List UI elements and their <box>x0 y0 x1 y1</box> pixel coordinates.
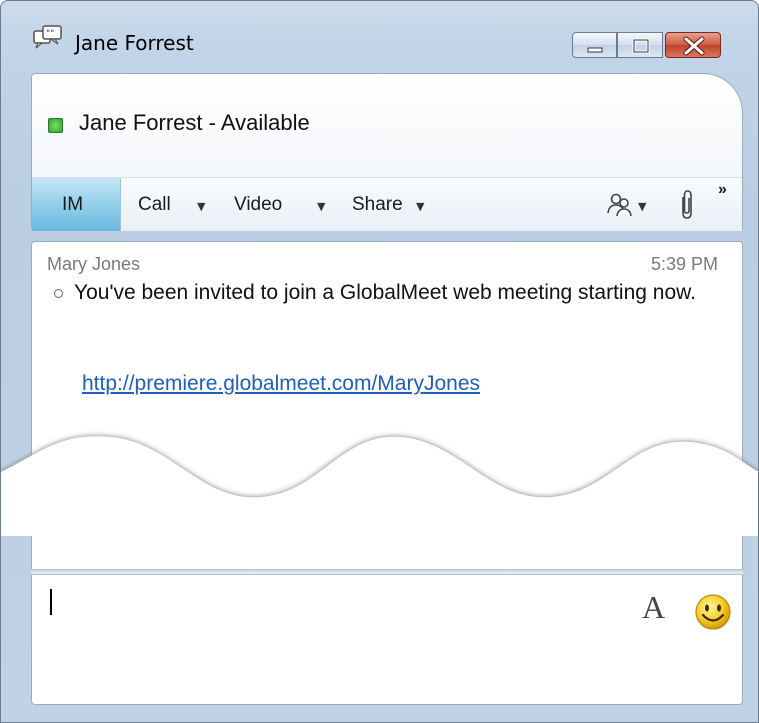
im-chat-icon: "" <box>33 25 62 49</box>
minimize-button[interactable] <box>572 32 617 58</box>
torn-edge-wave <box>1 436 758 536</box>
contact-name-status: Jane Forrest - Available <box>79 110 310 135</box>
compose-area: A <box>31 575 743 705</box>
maximize-icon <box>632 38 650 54</box>
close-button[interactable] <box>665 32 721 58</box>
tab-im-label: IM <box>62 194 84 215</box>
im-window: "" Jane Forrest Jane Forrest - Available… <box>0 0 759 723</box>
window-title: Jane Forrest <box>75 31 194 55</box>
meeting-link[interactable]: http://premiere.globalmeet.com/MaryJones <box>82 372 480 396</box>
title-bar[interactable]: "" Jane Forrest <box>1 1 758 61</box>
text-cursor <box>50 589 52 615</box>
maximize-button[interactable] <box>617 32 663 58</box>
smiley-icon[interactable] <box>694 593 732 631</box>
contact-header: Jane Forrest - Available IM Call ▼ Video… <box>31 73 743 231</box>
message-sender: Mary Jones <box>47 254 141 274</box>
close-icon <box>683 36 705 56</box>
more-chevron-icon[interactable]: » <box>718 181 727 199</box>
message-input[interactable] <box>48 585 622 699</box>
video-dropdown-icon[interactable]: ▼ <box>317 200 325 213</box>
video-button[interactable]: Video <box>234 194 282 216</box>
message-bullet-icon <box>54 289 63 298</box>
tab-im[interactable]: IM <box>32 178 121 231</box>
paperclip-icon[interactable] <box>678 189 696 221</box>
call-dropdown-icon[interactable]: ▼ <box>197 200 205 213</box>
presence-available-icon <box>48 118 63 133</box>
share-dropdown-icon[interactable]: ▼ <box>416 200 424 213</box>
font-button[interactable]: A <box>642 589 665 626</box>
share-button[interactable]: Share <box>352 194 403 216</box>
people-options-dropdown-icon[interactable]: ▼ <box>638 200 646 213</box>
message-timestamp: 5:39 PM <box>650 254 718 274</box>
call-button[interactable]: Call <box>138 194 171 216</box>
people-options-icon[interactable] <box>606 191 634 219</box>
svg-text:"": "" <box>46 29 54 39</box>
minimize-icon <box>587 47 603 53</box>
message-text: You've been invited to join a GlobalMeet… <box>74 281 696 304</box>
conversation-toolbar: IM Call ▼ Video ▼ Share ▼ ▼ » <box>32 177 742 231</box>
